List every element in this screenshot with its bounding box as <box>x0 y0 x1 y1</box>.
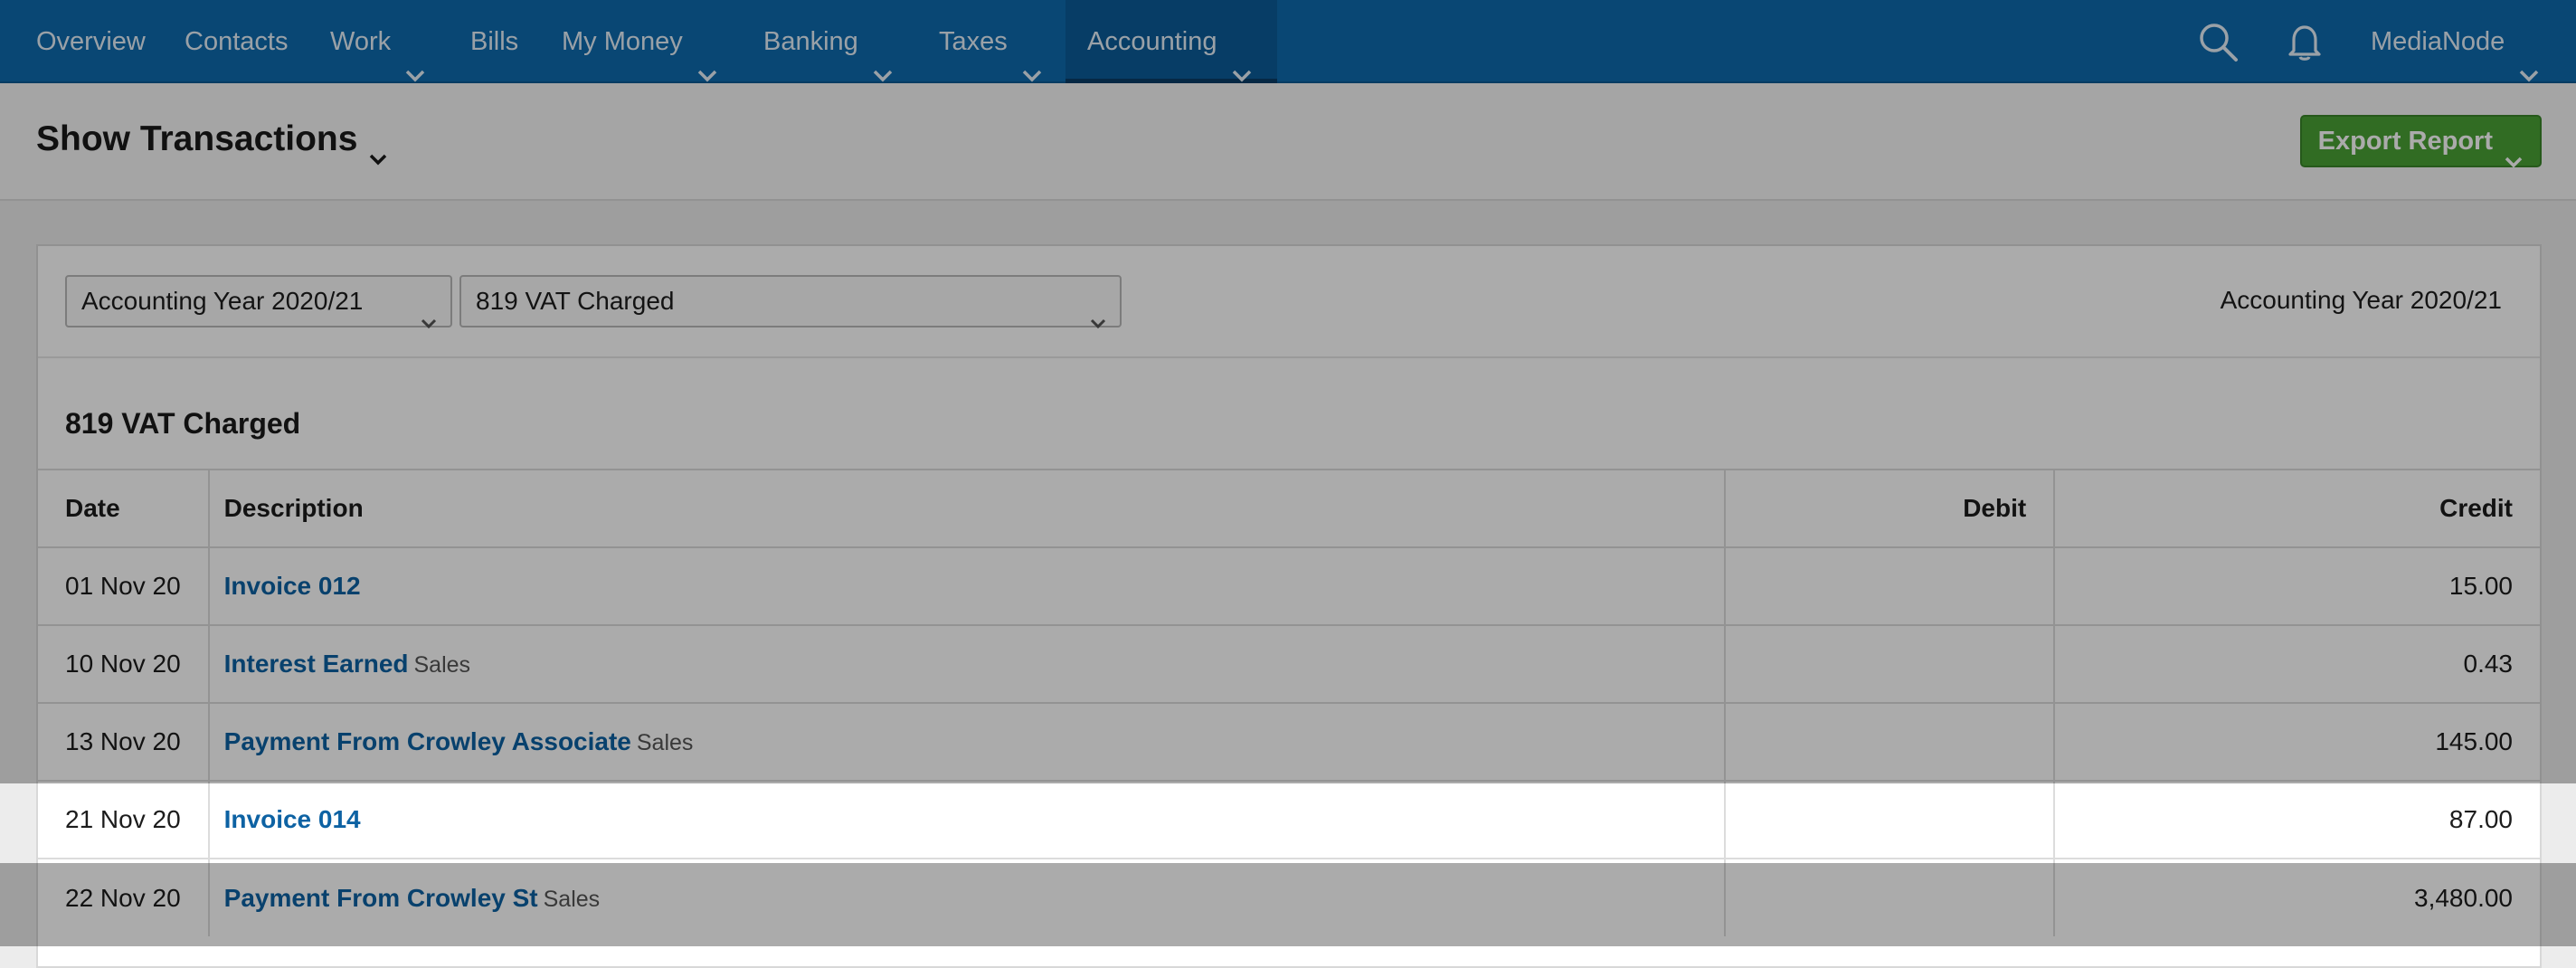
transactions-table: Date Description Debit Credit 01 Nov 20 … <box>38 469 2540 936</box>
table-header-row: Date Description Debit Credit <box>38 469 2540 547</box>
export-report-button[interactable]: Export Report <box>2299 115 2542 168</box>
column-header-credit[interactable]: Credit <box>2054 469 2540 547</box>
page-header: Show Transactions Export Report <box>0 83 2576 201</box>
nav-item-label: Overview <box>36 27 146 56</box>
accounting-year-select[interactable]: Accounting Year 2020/21 <box>65 275 452 329</box>
account-name: MediaNode <box>2371 27 2505 56</box>
row-category: Sales <box>636 730 694 755</box>
show-transactions-menu[interactable]: Show Transactions <box>36 119 388 166</box>
row-category: Sales <box>413 652 471 678</box>
nav-item-label: Accounting <box>1087 27 1217 56</box>
chevron-down-icon <box>1230 34 1254 82</box>
row-credit: 87.00 <box>2054 780 2540 859</box>
nav-item-label: Banking <box>763 27 858 56</box>
row-date: 01 Nov 20 <box>38 546 210 625</box>
column-header-debit[interactable]: Debit <box>1725 469 2056 547</box>
row-debit <box>1725 546 2056 625</box>
row-credit: 3,480.00 <box>2054 858 2540 936</box>
filter-bar: Accounting Year 2020/21 819 VAT Charged … <box>38 246 2540 358</box>
nav-item-bills[interactable]: Bills <box>470 0 518 83</box>
column-header-description[interactable]: Description <box>208 469 1727 547</box>
row-category: Sales <box>543 886 601 912</box>
row-debit <box>1725 858 2056 936</box>
row-credit: 15.00 <box>2054 546 2540 625</box>
column-header-date[interactable]: Date <box>38 469 210 547</box>
chevron-down-icon <box>2517 34 2541 82</box>
nav-item-label: Taxes <box>939 27 1008 56</box>
section-title: 819 VAT Charged <box>65 407 301 440</box>
row-description: Payment From Crowley Associate Sales <box>208 702 1727 781</box>
nav-item-work[interactable]: Work <box>330 0 427 83</box>
transaction-link[interactable]: Interest Earned <box>224 650 409 678</box>
row-description: Payment From Crowley St Sales <box>208 858 1727 936</box>
row-description: Invoice 014 <box>208 780 1727 859</box>
table-row-highlighted: 21 Nov 20 Invoice 014 87.00 <box>38 780 2540 859</box>
nav-item-label: My Money <box>562 27 683 56</box>
row-debit <box>1725 624 2056 703</box>
table-row: 22 Nov 20 Payment From Crowley St Sales 3… <box>38 858 2540 936</box>
table-row: 13 Nov 20 Payment From Crowley Associate… <box>38 702 2540 781</box>
transaction-link[interactable]: Payment From Crowley Associate <box>224 727 631 755</box>
account-menu[interactable]: MediaNode <box>2371 0 2541 83</box>
row-date: 21 Nov 20 <box>38 780 210 859</box>
chevron-down-icon <box>420 297 438 329</box>
transactions-card: Accounting Year 2020/21 819 VAT Charged … <box>36 244 2542 968</box>
row-debit <box>1725 780 2056 859</box>
table-row: 10 Nov 20 Interest Earned Sales 0.43 <box>38 624 2540 703</box>
nav-item-label: Bills <box>470 27 519 56</box>
account-select-value: 819 VAT Charged <box>476 287 675 315</box>
nav-item-contacts[interactable]: Contacts <box>185 0 288 83</box>
row-date: 13 Nov 20 <box>38 702 210 781</box>
chevron-down-icon <box>368 135 388 166</box>
row-date: 10 Nov 20 <box>38 624 210 703</box>
page-title: Show Transactions <box>36 119 358 158</box>
nav-item-banking[interactable]: Banking <box>763 0 895 83</box>
nav-item-label: Contacts <box>185 27 289 56</box>
row-description: Interest Earned Sales <box>208 624 1727 703</box>
top-nav: Overview Contacts Work Bills My Money Ba… <box>0 0 2576 83</box>
account-select[interactable]: 819 VAT Charged <box>459 275 1122 329</box>
chevron-down-icon <box>403 34 427 82</box>
nav-item-taxes[interactable]: Taxes <box>939 0 1044 83</box>
export-report-label: Export Report <box>2317 127 2493 156</box>
table-row: 01 Nov 20 Invoice 012 15.00 <box>38 546 2540 625</box>
chevron-down-icon <box>871 34 895 82</box>
chevron-down-icon <box>2504 136 2524 168</box>
chevron-down-icon <box>1020 34 1044 82</box>
nav-item-my-money[interactable]: My Money <box>562 0 719 83</box>
transaction-link[interactable]: Payment From Crowley St <box>224 884 538 912</box>
period-label: Accounting Year 2020/21 <box>2220 286 2502 314</box>
chevron-down-icon <box>696 34 719 82</box>
transaction-link[interactable]: Invoice 012 <box>224 572 361 600</box>
nav-item-label: Work <box>330 27 392 56</box>
transaction-link[interactable]: Invoice 014 <box>224 805 361 833</box>
row-date: 22 Nov 20 <box>38 858 210 936</box>
row-credit: 145.00 <box>2054 702 2540 781</box>
nav-item-accounting[interactable]: Accounting <box>1065 0 1277 83</box>
bell-icon[interactable] <box>2283 20 2326 63</box>
row-debit <box>1725 702 2056 781</box>
accounting-year-value: Accounting Year 2020/21 <box>81 287 364 315</box>
row-credit: 0.43 <box>2054 624 2540 703</box>
row-description: Invoice 012 <box>208 546 1727 625</box>
nav-item-overview[interactable]: Overview <box>36 0 146 83</box>
search-icon[interactable] <box>2196 20 2240 63</box>
chevron-down-icon <box>1089 297 1107 329</box>
